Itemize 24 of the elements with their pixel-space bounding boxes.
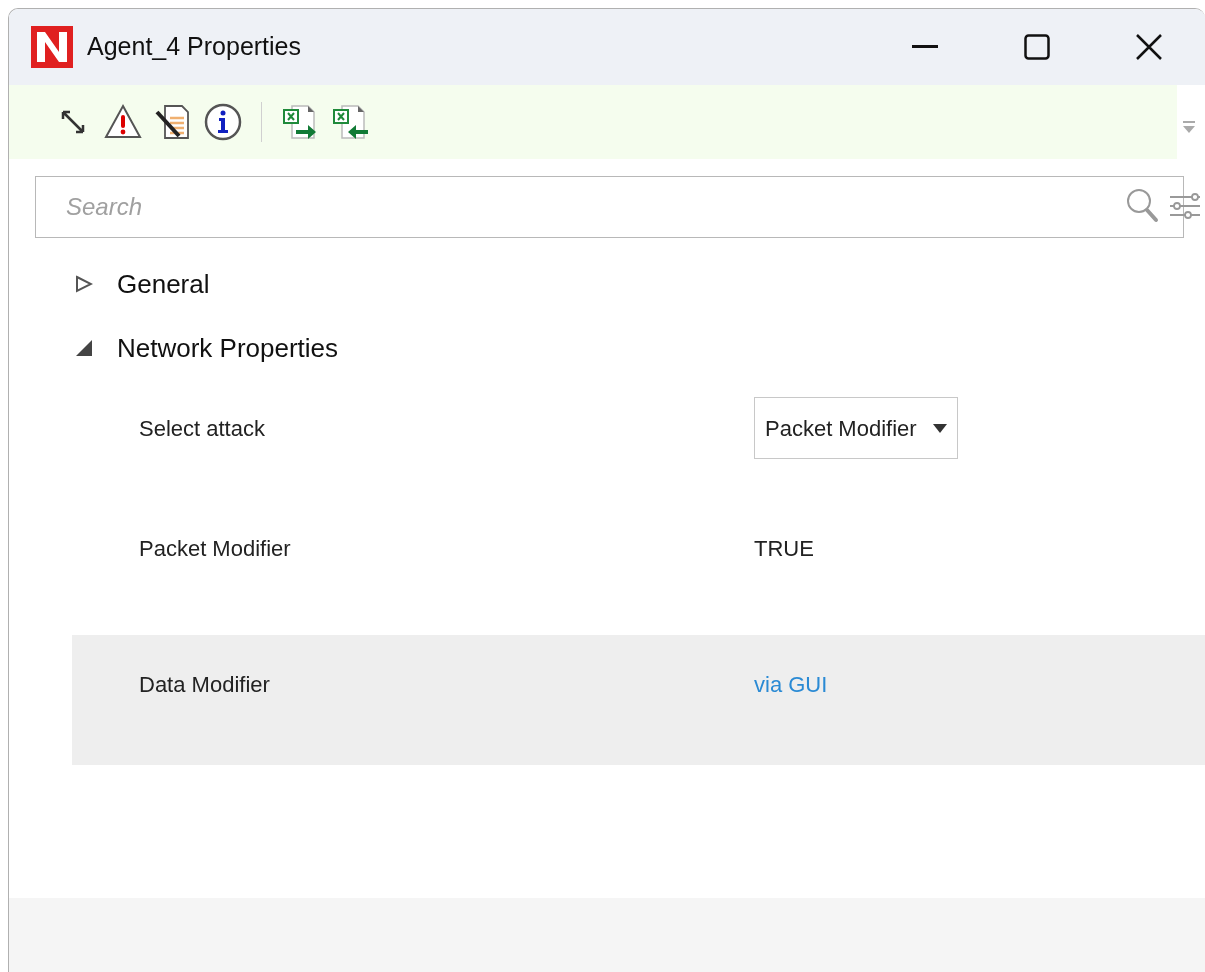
dropdown-caret-icon (932, 423, 947, 433)
collapse-triangle-icon (75, 339, 93, 357)
toolbar-separator (261, 102, 262, 142)
search-icon[interactable] (1126, 188, 1160, 224)
window-title: Agent_4 Properties (87, 31, 302, 63)
group-header[interactable]: Network Properties (9, 316, 1205, 380)
group-label: Network Properties (117, 331, 339, 365)
info-icon[interactable] (203, 102, 243, 142)
attack-dropdown[interactable]: Packet Modifier (754, 397, 958, 459)
spreadsheet-import-icon[interactable] (330, 102, 370, 142)
property-row[interactable]: Data Modifier via GUI (72, 635, 1205, 765)
property-label: Packet Modifier (138, 534, 292, 563)
group-label: General (117, 267, 210, 301)
filter-settings-icon[interactable] (1168, 191, 1202, 221)
property-label: Select attack (138, 414, 266, 443)
app-logo-icon (31, 26, 73, 68)
property-value: TRUE (754, 534, 814, 563)
close-icon (1136, 34, 1162, 60)
maximize-icon (1024, 34, 1050, 60)
property-label: Data Modifier (138, 671, 271, 699)
expand-triangle-icon (75, 275, 93, 293)
minimize-icon (912, 45, 938, 49)
group-header[interactable]: General (9, 252, 1205, 316)
search-field[interactable]: Search (35, 176, 1184, 238)
